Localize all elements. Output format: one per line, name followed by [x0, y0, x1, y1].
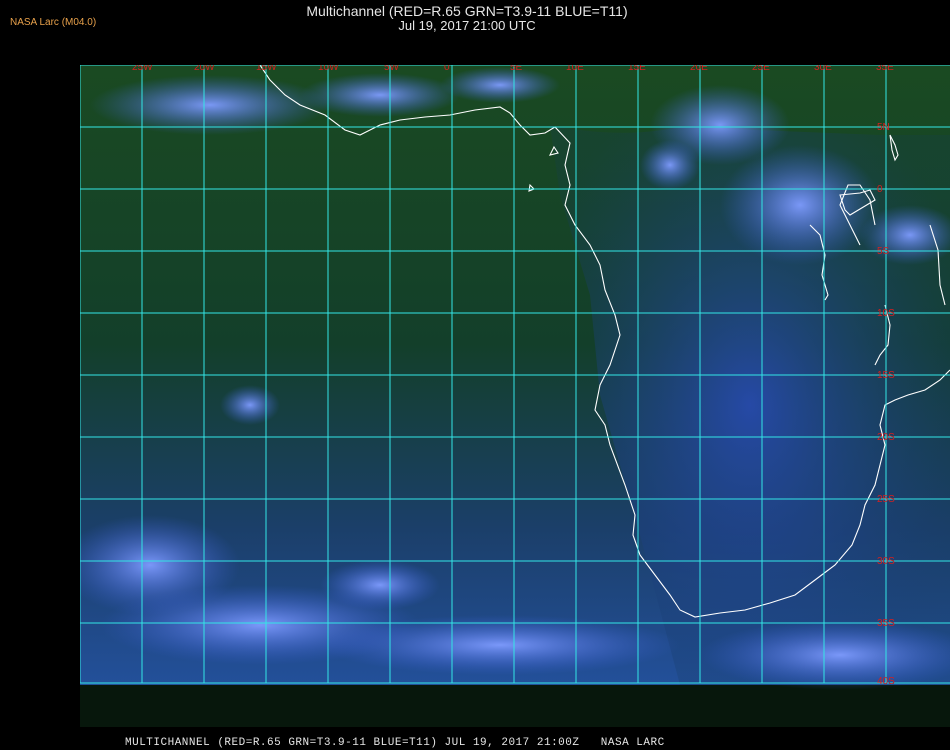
- lat-label: 25S: [877, 494, 895, 505]
- lat-label: 20S: [877, 432, 895, 443]
- lon-label: 15E: [628, 65, 646, 73]
- lon-label: 25W: [132, 65, 153, 73]
- lat-label: 5S: [877, 246, 890, 257]
- lat-label: 10S: [877, 308, 895, 319]
- lon-label: 5E: [510, 65, 523, 73]
- lon-label: 20W: [194, 65, 215, 73]
- lat-label: 40S: [877, 676, 895, 687]
- lon-label: 25E: [752, 65, 770, 73]
- lon-label: 5W: [384, 65, 400, 73]
- lat-label: 15S: [877, 370, 895, 381]
- lat-label: 0: [877, 184, 883, 195]
- satellite-map-svg: 25W 20W 15W 10W 5W 0 5E 10E 15E 20E 25E …: [80, 65, 950, 727]
- map-timestamp: Jul 19, 2017 21:00 UTC: [398, 18, 536, 33]
- lon-label: 0: [444, 65, 450, 73]
- lon-label: 35E: [876, 65, 894, 73]
- lat-label: 5N: [877, 122, 890, 133]
- satellite-image: 25W 20W 15W 10W 5W 0 5E 10E 15E 20E 25E …: [80, 65, 950, 727]
- lon-label: 10E: [566, 65, 584, 73]
- map-title: Multichannel (RED=R.65 GRN=T3.9-11 BLUE=…: [306, 3, 628, 19]
- lon-label: 20E: [690, 65, 708, 73]
- lat-label: 30S: [877, 556, 895, 567]
- lon-label: 10W: [318, 65, 339, 73]
- footer-caption: MULTICHANNEL (RED=R.65 GRN=T3.9-11 BLUE=…: [125, 737, 665, 749]
- lat-label: 35S: [877, 618, 895, 629]
- lon-label: 15W: [256, 65, 277, 73]
- imagery-no-data: [80, 685, 950, 727]
- lon-label: 30E: [814, 65, 832, 73]
